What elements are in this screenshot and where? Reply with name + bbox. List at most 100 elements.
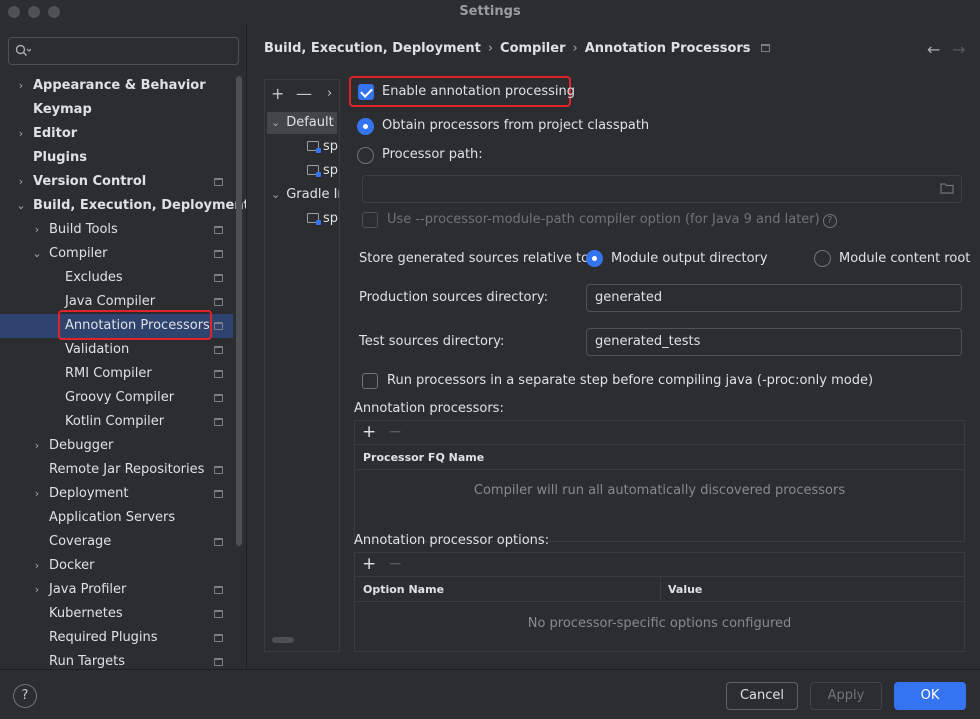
- sidebar-item-coverage[interactable]: Coverage: [0, 530, 233, 554]
- column-header-option-name[interactable]: Option Name: [363, 583, 444, 596]
- sidebar-item-keymap[interactable]: Keymap: [0, 98, 233, 122]
- sidebar-item-remote-jar-repositories[interactable]: Remote Jar Repositories: [0, 458, 233, 482]
- processors-table-header: Processor FQ Name: [355, 445, 964, 470]
- module-folder-icon: [307, 213, 321, 225]
- ok-button[interactable]: OK: [894, 682, 966, 710]
- options-empty-text: No processor-specific options configured: [527, 616, 792, 631]
- column-header-value[interactable]: Value: [668, 583, 702, 596]
- sidebar-item-application-servers[interactable]: Application Servers: [0, 506, 233, 530]
- back-arrow-icon[interactable]: ←: [927, 40, 940, 59]
- sidebar-item-label: Version Control: [33, 174, 147, 189]
- enable-annotation-checkbox[interactable]: [358, 84, 374, 100]
- pin-icon: [214, 418, 223, 426]
- help-button[interactable]: ?: [13, 684, 37, 708]
- sidebar-item-groovy-compiler[interactable]: Groovy Compiler: [0, 386, 233, 410]
- apply-button[interactable]: Apply: [810, 682, 882, 710]
- separate-step-checkbox[interactable]: [362, 373, 378, 389]
- sidebar-item-plugins[interactable]: Plugins: [0, 146, 233, 170]
- sidebar-item-kotlin-compiler[interactable]: Kotlin Compiler: [0, 410, 233, 434]
- profile-gradle[interactable]: ⌄ Gradle Ir: [267, 184, 339, 206]
- column-divider[interactable]: [660, 577, 661, 601]
- sidebar-item-label: Required Plugins: [49, 630, 158, 645]
- forward-arrow-icon[interactable]: →: [952, 40, 965, 59]
- column-header[interactable]: Processor FQ Name: [363, 451, 484, 464]
- breadcrumb: Build, Execution, Deployment › Compiler › An…: [264, 41, 770, 56]
- module-output-radio[interactable]: [586, 250, 603, 267]
- test-sources-field[interactable]: generated_tests: [586, 328, 962, 356]
- module-folder-icon: [307, 165, 321, 177]
- search-input[interactable]: [8, 37, 239, 65]
- chevron-right-icon[interactable]: ›: [31, 482, 43, 506]
- add-profile-button[interactable]: +: [271, 84, 284, 103]
- add-option-button[interactable]: +: [362, 554, 376, 574]
- sidebar-item-label: Build Tools: [49, 222, 118, 237]
- production-sources-field[interactable]: generated: [586, 284, 962, 312]
- obtain-from-classpath-radio[interactable]: [357, 118, 374, 135]
- pin-icon: [760, 44, 770, 52]
- chevron-right-icon[interactable]: ›: [15, 170, 27, 194]
- dialog-footer: ? Cancel Apply OK: [0, 669, 980, 719]
- sidebar-item-debugger[interactable]: › Debugger: [0, 434, 233, 458]
- sidebar-item-java-profiler[interactable]: › Java Profiler: [0, 578, 233, 602]
- pin-icon: [214, 658, 223, 666]
- sidebar-item-label: Application Servers: [49, 510, 176, 525]
- chevron-down-icon[interactable]: ⌄: [31, 242, 43, 266]
- module-item[interactable]: sp: [307, 136, 338, 158]
- profile-default[interactable]: ⌄ Default: [267, 112, 337, 134]
- module-path-checkbox[interactable]: [362, 212, 378, 228]
- add-processor-button[interactable]: +: [362, 422, 376, 442]
- sidebar-item-rmi-compiler[interactable]: RMI Compiler: [0, 362, 233, 386]
- remove-option-button[interactable]: −: [388, 554, 402, 574]
- cancel-button[interactable]: Cancel: [726, 682, 798, 710]
- chevron-right-icon[interactable]: ›: [15, 74, 27, 98]
- module-content-radio[interactable]: [814, 250, 831, 267]
- options-table-header: Option Name Value: [355, 577, 964, 602]
- sidebar-item-required-plugins[interactable]: Required Plugins: [0, 626, 233, 650]
- sidebar-item-compiler[interactable]: ⌄ Compiler: [0, 242, 233, 266]
- processor-path-radio[interactable]: [357, 147, 374, 164]
- chevron-right-icon[interactable]: ›: [31, 554, 43, 578]
- module-item[interactable]: sp: [307, 208, 338, 230]
- module-label: sp: [323, 163, 339, 178]
- sidebar-item-docker[interactable]: › Docker: [0, 554, 233, 578]
- highlight-annotation-processors: [58, 310, 212, 340]
- sidebar-scrollbar[interactable]: [236, 76, 242, 546]
- chevron-right-icon[interactable]: ›: [15, 122, 27, 146]
- sidebar-item-kubernetes[interactable]: Kubernetes: [0, 602, 233, 626]
- chevron-down-icon: ⌄: [271, 116, 281, 129]
- breadcrumb-item: Annotation Processors: [584, 41, 751, 56]
- chevron-right-icon[interactable]: ›: [31, 218, 43, 242]
- sidebar-item-build-execution-deployment[interactable]: ⌄ Build, Execution, Deployment: [0, 194, 246, 218]
- sidebar-item-editor[interactable]: › Editor: [0, 122, 233, 146]
- sidebar-item-validation[interactable]: Validation: [0, 338, 233, 362]
- browse-folder-icon[interactable]: [940, 182, 954, 198]
- breadcrumb-item: Build, Execution, Deployment: [264, 41, 481, 56]
- sidebar-item-label: Keymap: [33, 102, 92, 117]
- sidebar-item-version-control[interactable]: › Version Control: [0, 170, 233, 194]
- pin-icon: [214, 250, 223, 258]
- pin-icon: [214, 226, 223, 234]
- pin-icon: [214, 610, 223, 618]
- options-table: + − Option Name Value No processor-speci…: [354, 552, 965, 652]
- processor-path-field[interactable]: [362, 175, 962, 203]
- profile-label: Default: [286, 115, 334, 130]
- expand-toolbar-button[interactable]: ›: [327, 86, 332, 101]
- pin-icon: [214, 274, 223, 282]
- sidebar-item-run-targets[interactable]: Run Targets: [0, 650, 233, 669]
- module-folder-icon: [307, 141, 321, 153]
- sidebar-item-appearance-behavior[interactable]: › Appearance & Behavior: [0, 74, 233, 98]
- module-item[interactable]: sp: [307, 160, 338, 182]
- chevron-down-icon[interactable]: ⌄: [15, 194, 27, 218]
- help-icon[interactable]: ?: [822, 214, 837, 228]
- sidebar-item-excludes[interactable]: Excludes: [0, 266, 233, 290]
- sidebar-item-deployment[interactable]: › Deployment: [0, 482, 233, 506]
- profiles-scrollbar[interactable]: [272, 637, 294, 643]
- pin-icon: [214, 298, 223, 306]
- module-path-label: Use --processor-module-path compiler opt…: [387, 212, 837, 228]
- sidebar-item-label: Coverage: [49, 534, 112, 549]
- sidebar-item-build-tools[interactable]: › Build Tools: [0, 218, 233, 242]
- chevron-right-icon[interactable]: ›: [31, 434, 43, 458]
- remove-profile-button[interactable]: —: [296, 84, 312, 103]
- remove-processor-button[interactable]: −: [388, 422, 402, 442]
- chevron-right-icon[interactable]: ›: [31, 578, 43, 602]
